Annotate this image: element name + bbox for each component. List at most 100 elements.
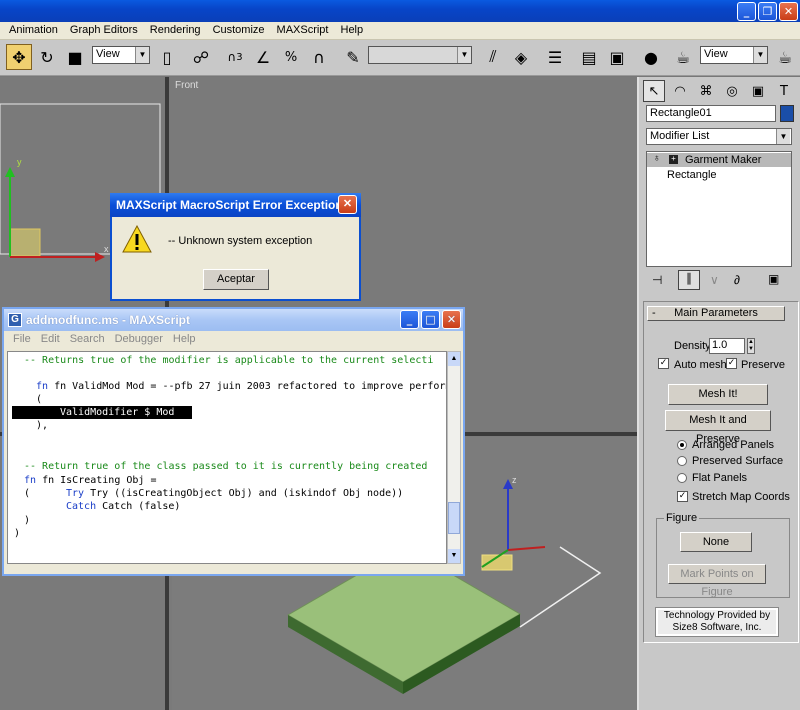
code-line-selected[interactable]: ValidModifier $ Mod [12,406,192,419]
code-line[interactable]: ( [36,393,42,406]
mesh-it-preserve-button[interactable]: Mesh It and Preserve [665,410,771,445]
pin-stack-icon[interactable]: ⊣ [652,273,662,287]
code-line[interactable]: ), [36,419,48,432]
radio-flat-panels[interactable] [677,473,687,483]
rectangle-top-view [9,228,41,257]
material-editor-icon[interactable]: ● [638,44,664,70]
code-line[interactable]: Try Try ((isCreatingObject Obj) and (isk… [66,487,403,500]
angle-snap-icon[interactable]: ∠ [250,44,276,70]
make-unique-icon[interactable]: ∨ [710,273,719,287]
preserve-label: Preserve [741,359,786,371]
error-dialog-titlebar[interactable]: MAXScript MacroScript Error Exception ✕ [110,193,361,217]
stack-item-rectangle[interactable]: Rectangle [667,169,717,181]
editor-menu-debugger[interactable]: Debugger [110,331,168,349]
render-scene-icon[interactable]: ☕ [670,44,696,70]
object-name-field[interactable]: Rectangle01 [646,105,776,122]
editor-vertical-scrollbar[interactable]: ▲ ▼ [447,351,461,564]
show-end-result-icon[interactable]: ∥ [678,270,700,290]
editor-menu-edit[interactable]: Edit [36,331,65,349]
curve-editor-icon[interactable]: ▤ [576,44,602,70]
menu-rendering[interactable]: Rendering [144,22,207,39]
editor-menu-file[interactable]: File [8,331,36,349]
code-line[interactable]: fn fn ValidMod Mod = --pfb 27 juin 2003 … [36,380,446,393]
motion-tab-icon[interactable]: ◎ [721,80,743,102]
figure-none-button[interactable]: None [680,532,752,552]
pivot-center-icon[interactable]: ▯ [154,44,180,70]
axis-y-label: y [17,157,22,167]
spinner-snap-icon[interactable]: ∩ [306,44,332,70]
radio-label-preserved: Preserved Surface [692,455,784,467]
named-selection-dropdown[interactable]: ▼ [368,46,472,64]
chevron-down-icon: ▼ [776,129,790,144]
editor-menu-search[interactable]: Search [65,331,110,349]
create-tab-icon[interactable]: ↖ [643,80,665,102]
percent-snap-icon[interactable]: % [278,44,304,70]
schematic-view-icon[interactable]: ▣ [604,44,630,70]
align-icon[interactable]: ◈ [508,44,534,70]
axis-z-label: z [512,475,517,485]
preserve-checkbox[interactable]: ✓ [726,358,737,369]
scroll-up-icon[interactable]: ▲ [448,352,460,366]
restore-button[interactable]: ❐ [758,2,777,21]
hierarchy-tab-icon[interactable]: ⌘ [695,80,717,102]
move-tool-icon[interactable]: ✥ [6,44,32,70]
modifier-list-dropdown[interactable]: Modifier List ▼ [646,128,792,145]
stack-item-garment-maker[interactable]: ♁ + Garment Maker [647,153,791,167]
aceptar-button[interactable]: Aceptar [203,269,269,290]
editor-titlebar[interactable]: G addmodfunc.ms - MAXScript _ □ ✕ [4,309,463,331]
mark-points-button[interactable]: Mark Points on Figure [668,564,766,598]
auto-mesh-checkbox[interactable]: ✓ [658,358,669,369]
code-line[interactable]: -- Return true of the class passed to it… [24,460,427,473]
menu-maxscript[interactable]: MAXScript [271,22,335,39]
lightbulb-icon[interactable]: ♁ [653,153,661,164]
code-line[interactable]: ( [24,487,30,500]
mirror-icon[interactable]: ⫽ [480,44,506,70]
configure-sets-icon[interactable]: ▣ [768,272,779,286]
radio-arranged-panels[interactable] [677,440,687,450]
scale-tool-icon[interactable]: ■ [62,44,88,70]
command-panel: ↖ ◠ ⌘ ◎ ▣ T Rectangle01 Modifier List ▼ … [637,77,800,710]
object-color-swatch[interactable] [780,105,794,122]
code-line[interactable]: fn fn IsCreating Obj = [24,474,156,487]
code-line[interactable]: ) [14,527,20,540]
code-line[interactable]: -- Returns true of the modifier is appli… [24,354,433,367]
editor-close-icon[interactable]: ✕ [442,310,461,329]
scroll-thumb[interactable] [448,502,460,534]
scroll-down-icon[interactable]: ▼ [448,549,460,563]
code-line[interactable]: Catch Catch (false) [66,500,180,513]
select-manipulate-icon[interactable]: ☍ [188,44,214,70]
reference-coord-value: View [96,48,120,60]
named-selection-icon[interactable]: ✎ [340,44,366,70]
stretch-map-checkbox[interactable]: ✓ [677,491,688,502]
y-axis-arrow [5,167,15,177]
rotate-tool-icon[interactable]: ↻ [34,44,60,70]
layer-manager-icon[interactable]: ☰ [542,44,568,70]
credit-line-2: Size8 Software, Inc. [672,622,762,633]
quick-render-icon[interactable]: ☕ [772,44,798,70]
modify-tab-icon[interactable]: ◠ [669,80,691,102]
minimize-button[interactable]: _ [737,2,756,21]
density-spinner[interactable]: ▲ ▼ [747,338,755,354]
radio-preserved-surface[interactable] [677,456,687,466]
menu-graph-editors[interactable]: Graph Editors [64,22,144,39]
menu-help[interactable]: Help [335,22,370,39]
rollout-header[interactable]: - Main Parameters [647,306,785,321]
editor-minimize-icon[interactable]: _ [400,310,419,329]
close-button[interactable]: ✕ [779,2,798,21]
error-dialog-close-icon[interactable]: ✕ [338,195,357,214]
editor-maximize-icon[interactable]: □ [421,310,440,329]
mesh-it-button[interactable]: Mesh It! [668,384,768,405]
display-tab-icon[interactable]: ▣ [747,80,769,102]
render-type-dropdown[interactable]: View ▼ [700,46,768,64]
utilities-tab-icon[interactable]: T [773,80,795,102]
menu-customize[interactable]: Customize [207,22,271,39]
remove-modifier-icon[interactable]: ∂ [734,273,740,287]
expand-icon[interactable]: + [669,155,678,164]
snap-toggle-icon[interactable]: ∩ 3 [222,44,248,70]
menu-animation[interactable]: Animation [3,22,64,39]
code-editor[interactable]: -- Returns true of the modifier is appli… [7,351,447,564]
code-line[interactable]: ) [24,514,30,527]
reference-coord-dropdown[interactable]: View ▼ [92,46,150,64]
editor-menu-help[interactable]: Help [168,331,201,349]
density-field[interactable]: 1.0 [709,338,745,354]
